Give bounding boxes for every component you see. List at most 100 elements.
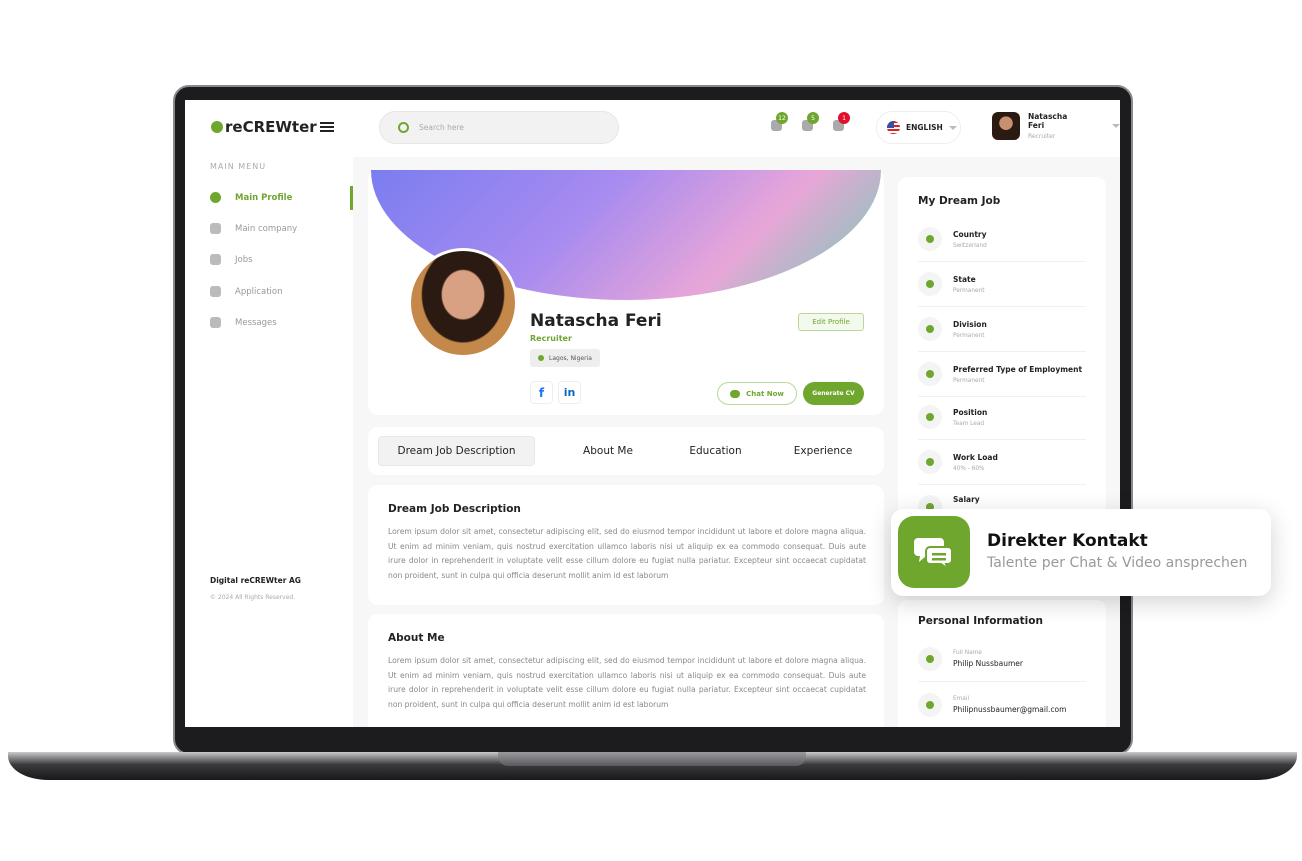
item-label: Country: [953, 229, 987, 239]
building-icon: [210, 223, 221, 234]
section-title: Dream Job Description: [388, 503, 521, 515]
notification-badge: 12: [776, 112, 788, 124]
search-placeholder: Search here: [419, 123, 465, 132]
app-screen: reCREWter MAIN MENU Main Profile Main co…: [185, 100, 1120, 727]
workload-icon: [918, 450, 942, 474]
item-value: Philipnussbaumer@gmail.com: [953, 704, 1067, 714]
item-label: Email: [953, 695, 970, 702]
location-pin-icon: [918, 317, 942, 341]
briefcase-icon: [918, 362, 942, 386]
item-label: Work Load: [953, 452, 998, 462]
tab-education[interactable]: Education: [668, 436, 763, 466]
item-value: Philip Nussbaumer: [953, 659, 1023, 668]
sidebar-item-label: Jobs: [235, 254, 253, 265]
laptop-notch: [498, 752, 806, 766]
language-selector[interactable]: ENGLISH: [876, 111, 961, 144]
linkedin-button[interactable]: in: [558, 381, 581, 404]
inbox-badge: 5: [807, 112, 819, 124]
profile-name: Natascha Feri: [530, 311, 662, 331]
item-label: Full Name: [953, 650, 982, 656]
sidebar-item-label: Main company: [235, 223, 298, 234]
sidebar-item-jobs[interactable]: Jobs: [210, 254, 253, 265]
chat-icon: [730, 389, 741, 398]
email-icon: [918, 692, 942, 717]
language-label: ENGLISH: [906, 123, 943, 132]
application-icon: [210, 286, 221, 297]
personal-information-card: Personal Information Full Name Philip Nus…: [898, 600, 1106, 727]
user-icon: [210, 192, 221, 203]
chevron-down-icon: [948, 125, 957, 130]
briefcase-icon: [210, 254, 221, 265]
sidebar-item-label: Application: [235, 286, 283, 297]
location-text: Lagos, Nigeria: [549, 354, 592, 362]
personal-item-full-name: Full Name Philip Nussbaumer: [918, 637, 1086, 682]
logo-text: reCREWter: [225, 118, 317, 136]
user-icon: [918, 647, 942, 671]
footer-company: Digital reCREWter AG: [210, 576, 301, 585]
inbox-icon[interactable]: 5: [802, 112, 819, 131]
user-menu[interactable]: Natascha Feri Recruiter: [992, 112, 1120, 140]
message-icon: [210, 317, 221, 328]
personal-item-email: Email Philipnussbaumer@gmail.com: [918, 682, 1086, 727]
dream-job-item-division: Division Permanent: [918, 307, 1086, 352]
sidebar-item-main-profile[interactable]: Main Profile: [210, 192, 292, 203]
user-name: Natascha Feri: [1027, 112, 1068, 130]
item-value: Permanent: [953, 377, 985, 384]
globe-icon: [918, 227, 942, 251]
sidebar-item-label: Messages: [235, 317, 277, 328]
facebook-button[interactable]: f: [530, 381, 553, 404]
dream-job-item-country: Country Switzerland: [918, 217, 1086, 262]
active-indicator: [350, 186, 353, 210]
tab-experience[interactable]: Experience: [773, 436, 873, 466]
gear-icon[interactable]: 1: [833, 112, 850, 131]
generate-cv-button[interactable]: Generate CV: [803, 382, 864, 405]
bell-icon[interactable]: 12: [771, 112, 788, 131]
chevron-down-icon: [1112, 124, 1120, 128]
position-icon: [918, 405, 942, 429]
tab-dream-job-description[interactable]: Dream Job Description: [378, 436, 535, 466]
item-value: Team Lead: [953, 420, 985, 427]
item-value: Permanent: [953, 287, 985, 294]
dream-job-item-state: State Permanent: [918, 262, 1086, 307]
section-text: Lorem ipsum dolor sit amet, consectetur …: [388, 656, 866, 709]
dream-job-title: My Dream Job: [918, 195, 1001, 207]
menu-section-label: MAIN MENU: [210, 162, 267, 171]
dream-job-description-section: Dream Job Description Lorem ipsum dolor …: [368, 485, 884, 605]
item-value: Permanent: [953, 332, 985, 339]
tab-bar: Dream Job Description About Me Education…: [368, 427, 884, 475]
direct-contact-callout: Direkter Kontakt Talente per Chat & Vide…: [891, 509, 1271, 596]
generate-cv-label: Generate CV: [812, 390, 855, 397]
section-title: About Me: [388, 632, 445, 644]
location-badge: Lagos, Nigeria: [530, 349, 600, 367]
search-icon: [398, 122, 409, 133]
sidebar-item-main-company[interactable]: Main company: [210, 223, 297, 234]
logo[interactable]: reCREWter: [211, 118, 317, 136]
logo-mark: [211, 121, 223, 133]
menu-icon[interactable]: [320, 122, 334, 132]
dream-job-card: My Dream Job Country Switzerland State Per…: [898, 177, 1106, 527]
item-label: State: [953, 274, 976, 284]
profile-card: Natascha Feri Recruiter Lagos, Nigeria E…: [368, 170, 884, 415]
footer-copyright: © 2024 All Rights Reserved.: [210, 594, 296, 601]
item-value: 40% - 60%: [953, 465, 985, 472]
sidebar-item-messages[interactable]: Messages: [210, 317, 277, 328]
location-pin-icon: [538, 355, 544, 361]
chat-bubbles-icon: [898, 516, 970, 588]
search-input[interactable]: Search here: [379, 111, 619, 144]
top-bar: Search here 12 5 1 ENGLISH Natascha Feri…: [353, 100, 1120, 157]
avatar: [992, 112, 1020, 140]
location-pin-icon: [918, 272, 942, 296]
chat-now-button[interactable]: Chat Now: [717, 382, 797, 405]
user-role: Recruiter: [1027, 133, 1056, 140]
item-label: Salary: [953, 495, 980, 504]
item-label: Position: [953, 407, 988, 417]
tab-about-me[interactable]: About Me: [563, 436, 653, 466]
personal-info-title: Personal Information: [918, 615, 1043, 627]
about-me-section: About Me Lorem ipsum dolor sit amet, con…: [368, 614, 884, 727]
profile-role: Recruiter: [530, 334, 572, 343]
sidebar-item-label: Main Profile: [235, 192, 293, 203]
sidebar: reCREWter MAIN MENU Main Profile Main co…: [185, 100, 353, 727]
sidebar-item-application[interactable]: Application: [210, 286, 283, 297]
edit-profile-button[interactable]: Edit Profile: [798, 313, 864, 331]
chat-now-label: Chat Now: [746, 389, 784, 398]
